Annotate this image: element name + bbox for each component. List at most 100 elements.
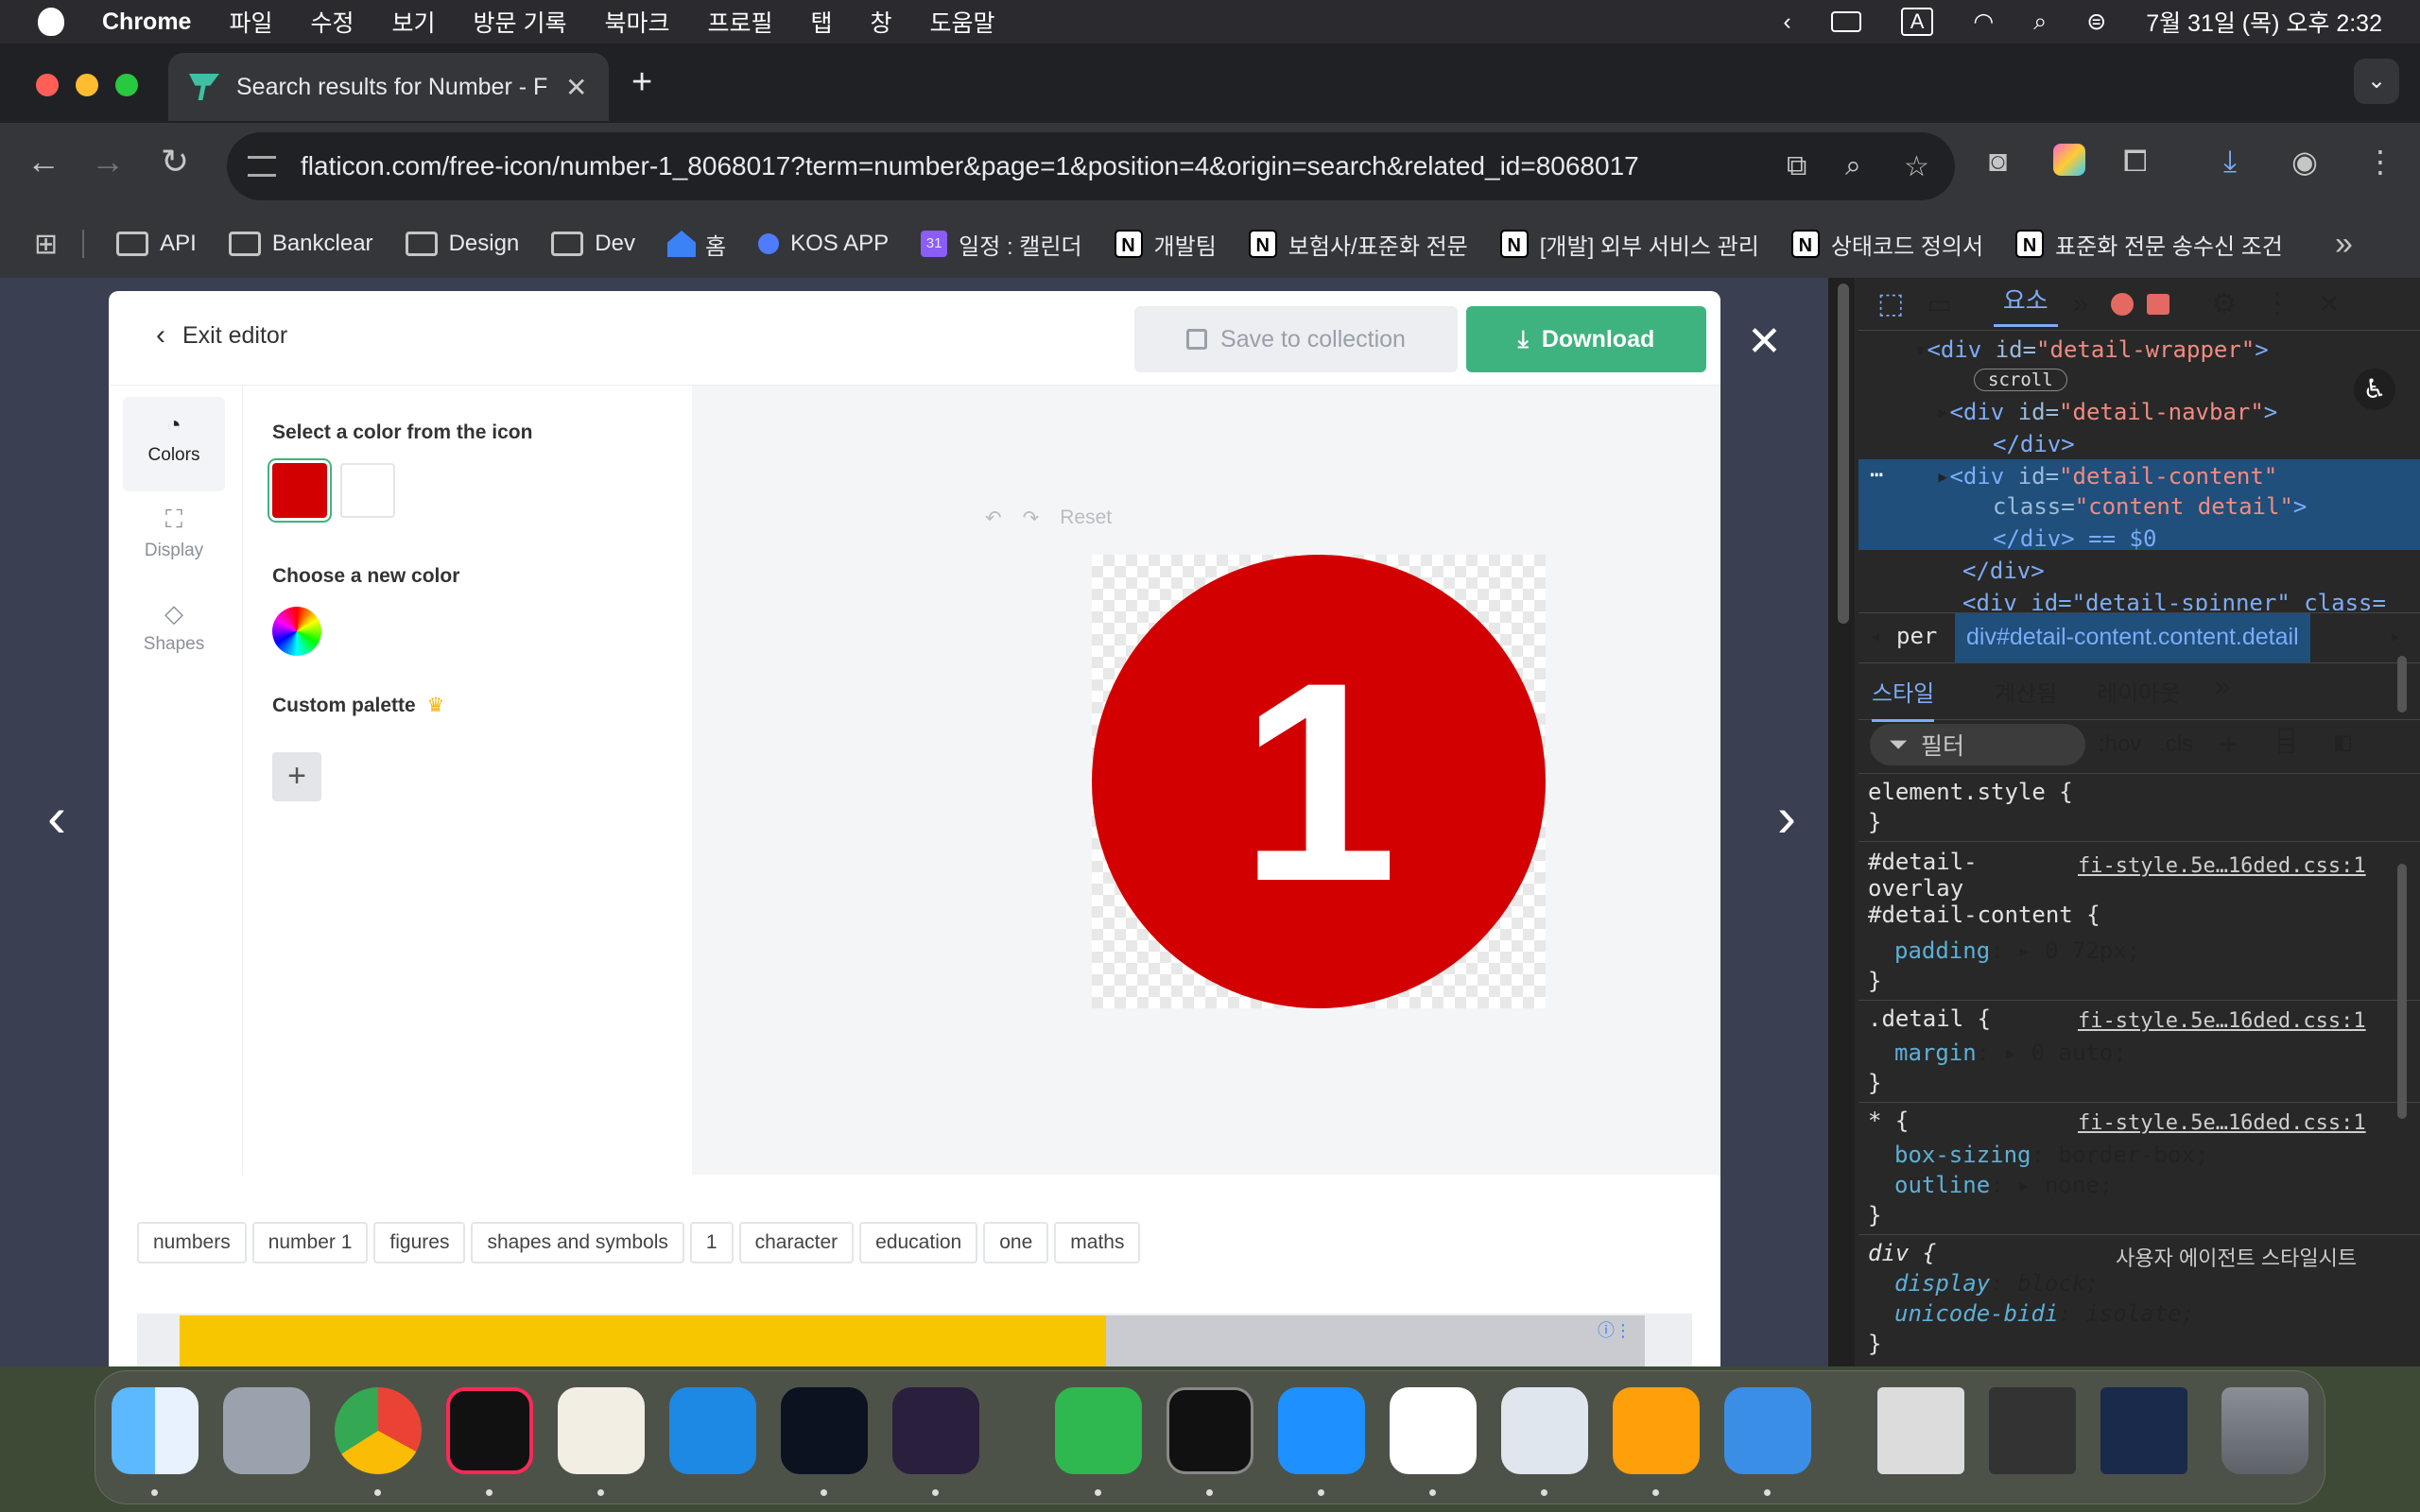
scroll-badge[interactable]: scroll <box>1974 369 2067 391</box>
tab-computed[interactable]: 계산됨 <box>1995 675 2057 708</box>
rule-element-style[interactable]: element.style { <box>1868 779 2073 805</box>
menu-app-name[interactable]: Chrome <box>102 9 191 36</box>
more-subtabs-icon[interactable]: » <box>2214 671 2231 704</box>
utility-app-icon[interactable] <box>1724 1387 1811 1474</box>
inspect-element-icon[interactable]: ⬚ <box>1877 287 1904 320</box>
rule-outline-decl[interactable]: outline: ▸ none; <box>1894 1172 2113 1198</box>
browser-tab[interactable]: Search results for Number - F ✕ <box>168 53 609 121</box>
breadcrumb-right-icon[interactable]: ▸ <box>2390 625 2401 647</box>
bookmark-star-icon[interactable]: ☆ <box>1904 150 1929 183</box>
control-center-icon[interactable]: ⊜ <box>2086 8 2106 36</box>
bookmark-insurance[interactable]: N 보험사/표준화 전문 <box>1248 228 1468 261</box>
minimized-window-3[interactable] <box>2100 1387 2187 1474</box>
rule-source-link[interactable]: fi-style.5e…16ded.css:1 <box>2078 1009 2366 1033</box>
close-modal-icon[interactable]: ✕ <box>1747 318 1782 366</box>
download-button[interactable]: ⤓ Download <box>1466 306 1706 372</box>
tag-shapes-and-symbols[interactable]: shapes and symbols <box>471 1222 684 1263</box>
rule-universal-selector[interactable]: * { <box>1868 1108 1909 1134</box>
color-swatch-white[interactable] <box>340 463 395 518</box>
terminal-arrow-app-icon[interactable] <box>781 1387 868 1474</box>
rule-source-link[interactable]: fi-style.5e…16ded.css:1 <box>2078 854 2366 878</box>
extensions-icon[interactable]: ⧠ <box>2123 144 2148 180</box>
exit-editor-button[interactable]: ‹ Exit editor <box>156 319 287 352</box>
menu-edit[interactable]: 수정 <box>310 5 354 39</box>
bookmark-design[interactable]: Design <box>405 231 519 257</box>
color-picker-extension-icon[interactable] <box>2053 144 2085 176</box>
close-tab-icon[interactable]: ✕ <box>565 72 587 103</box>
apple-icon[interactable] <box>38 8 64 36</box>
color-swatch-red[interactable] <box>272 463 327 518</box>
intellij-icon[interactable] <box>446 1387 533 1474</box>
naver-whale-icon[interactable] <box>1390 1387 1477 1474</box>
next-icon-arrow[interactable]: › <box>1777 784 1796 850</box>
save-to-collection-button[interactable]: Save to collection <box>1134 306 1458 372</box>
hov-toggle[interactable]: :hov <box>2099 731 2141 758</box>
toggle-sidebar-icon[interactable]: ◧ <box>2335 726 2351 757</box>
rule-box-sizing-decl[interactable]: box-sizing: border-box; <box>1894 1142 2208 1168</box>
zoom-window-button[interactable] <box>115 74 138 96</box>
tag-numbers[interactable]: numbers <box>137 1222 247 1263</box>
file-manager-icon[interactable] <box>669 1387 756 1474</box>
download-icon[interactable]: ⤓ <box>2223 144 2237 180</box>
bookmark-external-service[interactable]: N [개발] 외부 서비스 관리 <box>1499 228 1759 261</box>
launchpad-icon[interactable] <box>223 1387 310 1474</box>
rule-detail-selector[interactable]: .detail { <box>1868 1005 1991 1032</box>
menu-bookmarks[interactable]: 북마크 <box>604 5 669 39</box>
error-count-icon[interactable] <box>2111 292 2135 316</box>
accessibility-icon[interactable]: ♿ <box>2354 369 2395 410</box>
site-settings-icon[interactable] <box>248 156 276 177</box>
tab-layout[interactable]: 레이아웃 <box>2097 675 2180 708</box>
minimized-window-2[interactable] <box>1989 1387 2076 1474</box>
tag-figures[interactable]: figures <box>373 1222 466 1263</box>
rule-detail-content-selector[interactable]: #detail- overlay #detail-content { <box>1868 849 2100 928</box>
bookmark-calendar[interactable]: 31 일정 : 캘린더 <box>921 228 1082 261</box>
finder-icon[interactable] <box>112 1387 199 1474</box>
forward-button[interactable]: → <box>91 142 125 181</box>
shapes-tab[interactable]: ◇ Shapes <box>123 586 225 680</box>
dom-node-detail-navbar[interactable]: ▸<div id="detail-navbar"> <box>1936 399 2277 425</box>
bookmark-status-code[interactable]: N 상태코드 정의서 <box>1790 228 1983 261</box>
terminal-icon[interactable] <box>1167 1387 1253 1474</box>
breadcrumb-previous[interactable]: per <box>1896 623 1937 649</box>
pages-icon[interactable] <box>1613 1387 1700 1474</box>
reload-button[interactable]: ↻ <box>161 142 189 181</box>
dom-node-detail-spinner[interactable]: <div id="detail-spinner" class= <box>1962 590 2386 610</box>
dbeaver-icon[interactable] <box>558 1387 645 1474</box>
tag-1[interactable]: 1 <box>689 1222 734 1263</box>
tab-styles[interactable]: 스타일 <box>1872 675 1935 722</box>
input-source-icon[interactable]: A <box>1900 8 1934 36</box>
trash-icon[interactable] <box>2221 1387 2308 1474</box>
bookmark-dev-team[interactable]: N 개발팀 <box>1114 228 1217 261</box>
redo-icon[interactable]: ↷ <box>1023 507 1040 530</box>
rule-source-link[interactable]: fi-style.5e…16ded.css:1 <box>2078 1111 2366 1135</box>
chevron-left-icon[interactable]: ‹ <box>1783 9 1790 36</box>
reset-button[interactable]: Reset <box>1060 507 1112 530</box>
tag-character[interactable]: character <box>738 1222 855 1263</box>
dom-node-detail-wrapper[interactable]: ▾<div id="detail-wrapper"> <box>1913 336 2269 363</box>
rule-margin-decl[interactable]: margin: ▸ 0 auto; <box>1894 1040 2127 1066</box>
new-tab-button[interactable]: + <box>631 62 652 103</box>
minimize-window-button[interactable] <box>76 74 98 96</box>
devtools-menu-icon[interactable]: ⋮ <box>2263 287 2291 320</box>
device-toolbar-icon[interactable]: ▭ <box>1927 288 1951 319</box>
obsidian-icon[interactable] <box>892 1387 979 1474</box>
back-button[interactable]: ← <box>26 142 60 181</box>
menu-tab[interactable]: 탭 <box>811 5 833 39</box>
tab-search-button[interactable]: ⌄ <box>2354 59 2399 104</box>
menu-history[interactable]: 방문 기록 <box>474 5 567 39</box>
address-bar[interactable]: flaticon.com/free-icon/number-1_8068017?… <box>227 132 1955 200</box>
menu-view[interactable]: 보기 <box>392 5 436 39</box>
menu-window[interactable]: 창 <box>871 5 892 39</box>
display-tab[interactable]: ⛶ Display <box>123 491 225 586</box>
bookmark-home[interactable]: 홈 <box>666 228 726 261</box>
zoom-icon[interactable]: ⌕ <box>1845 150 1861 182</box>
issue-icon[interactable] <box>2147 293 2170 315</box>
breadcrumb-current[interactable]: div#detail-content.content.detail <box>1955 613 2310 662</box>
previous-icon-arrow[interactable]: ‹ <box>47 784 66 850</box>
styles-filter-input[interactable]: ⏷ 필터 <box>1870 724 2085 765</box>
color-wheel-button[interactable] <box>272 607 321 656</box>
keynote-icon[interactable] <box>1278 1387 1365 1474</box>
more-tabs-icon[interactable]: » <box>2073 288 2089 320</box>
more-menu-icon[interactable]: ⋮ <box>2365 144 2395 180</box>
profile-icon[interactable]: ◉ <box>2291 144 2318 180</box>
